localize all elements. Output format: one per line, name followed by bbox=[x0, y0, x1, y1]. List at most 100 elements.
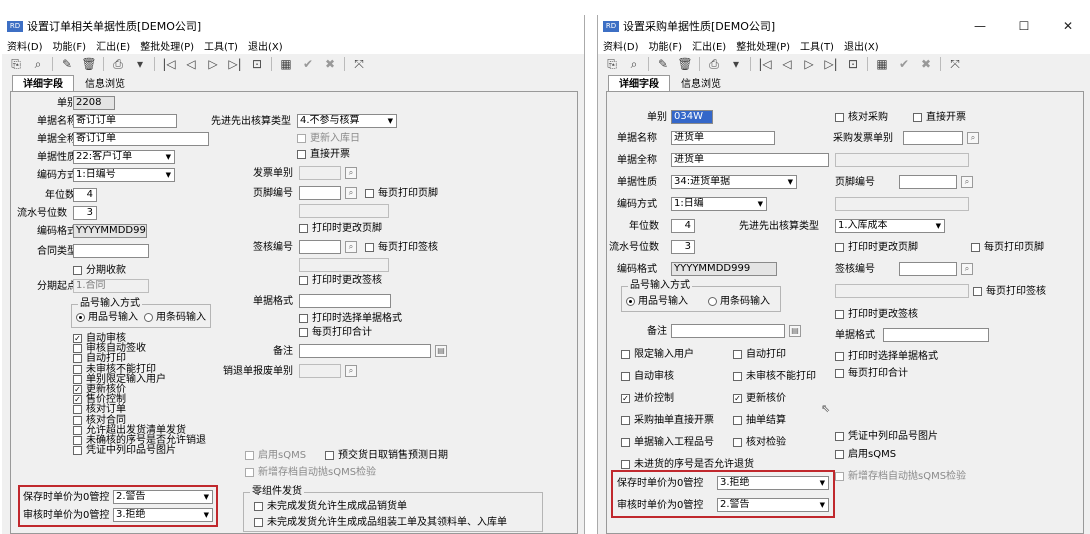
direct-open-checkbox[interactable]: 直接开票 bbox=[297, 148, 350, 161]
print-sign-checkbox[interactable]: 每页打印签核 bbox=[365, 241, 438, 254]
part-no-radio[interactable]: 用品号输入 bbox=[76, 311, 138, 324]
menu-exit[interactable]: 退出(X) bbox=[243, 38, 288, 53]
footer-field[interactable] bbox=[899, 175, 957, 189]
sqms-checkbox[interactable]: 启用sQMS bbox=[835, 448, 896, 461]
forecast-checkbox[interactable]: 预交货日取销售预测日期 bbox=[325, 449, 448, 462]
add-icon[interactable]: ⎘ bbox=[5, 55, 27, 73]
calculator-icon[interactable]: ▦ bbox=[275, 55, 297, 73]
option-checkbox[interactable]: 抽单结算 bbox=[733, 414, 786, 427]
footer-field[interactable] bbox=[299, 186, 341, 200]
format-field[interactable]: YYYYMMDD999 bbox=[73, 224, 147, 238]
menu-function[interactable]: 功能(F) bbox=[644, 38, 688, 53]
update-in-checkbox[interactable]: 更新入库日 bbox=[297, 132, 360, 145]
invoice-lookup-icon[interactable]: ⌕ bbox=[345, 167, 357, 179]
menu-data[interactable]: 资料(D) bbox=[598, 38, 644, 53]
danbie-field[interactable]: 2208 bbox=[73, 96, 115, 110]
menu-export[interactable]: 汇出(E) bbox=[91, 38, 135, 53]
check-purchase-checkbox[interactable]: 核对采购 bbox=[835, 111, 888, 124]
print-sign-checkbox[interactable]: 每页打印签核 bbox=[973, 285, 1046, 298]
sign-field[interactable] bbox=[299, 240, 341, 254]
print-icon[interactable]: ⎙ bbox=[107, 55, 129, 73]
tab-detail[interactable]: 详细字段 bbox=[12, 75, 74, 92]
sign-lookup-icon[interactable]: ⌕ bbox=[345, 241, 357, 253]
voucher-img-checkbox[interactable]: 凭证中列印品号图片 bbox=[835, 430, 938, 443]
last-record-icon[interactable]: ▷| bbox=[820, 55, 842, 73]
close-icon[interactable]: ✕ bbox=[1046, 15, 1090, 37]
barcode-radio[interactable]: 用条码输入 bbox=[708, 295, 770, 308]
menu-exit[interactable]: 退出(X) bbox=[839, 38, 884, 53]
menu-data[interactable]: 资料(D) bbox=[2, 38, 48, 53]
prev-record-icon[interactable]: ◁ bbox=[776, 55, 798, 73]
remark-lookup-icon[interactable]: ▤ bbox=[789, 325, 801, 337]
delete-icon[interactable]: 🗑 bbox=[78, 55, 100, 73]
option-checkbox[interactable]: ✓ 更新核价 bbox=[733, 392, 786, 405]
fullname-field[interactable]: 寄订订单 bbox=[73, 132, 209, 146]
option-checkbox[interactable]: ✓ 进价控制 bbox=[621, 392, 674, 405]
expand-icon[interactable]: ⤧ bbox=[944, 55, 966, 73]
add-icon[interactable]: ⎘ bbox=[601, 55, 623, 73]
edit-icon[interactable]: ✎ bbox=[652, 55, 674, 73]
footer-lookup-icon[interactable]: ⌕ bbox=[345, 187, 357, 199]
print-choose-fmt-checkbox[interactable]: 打印时选择单据格式 bbox=[835, 350, 938, 363]
menu-function[interactable]: 功能(F) bbox=[48, 38, 92, 53]
option-checkbox[interactable]: 自动打印 bbox=[733, 348, 786, 361]
component-ship-opt2[interactable]: 未完成发货允许生成成品组装工单及其领料单、入库单 bbox=[254, 516, 507, 529]
option-checkbox[interactable]: 凭证中列印品号图片 bbox=[73, 444, 176, 457]
print-total-checkbox[interactable]: 每页打印合计 bbox=[835, 367, 908, 380]
print-update-footer-checkbox[interactable]: 打印时更改页脚 bbox=[835, 241, 918, 254]
print-update-sign-checkbox[interactable]: 打印时更改签核 bbox=[299, 274, 382, 287]
cancel-icon[interactable]: ✖ bbox=[915, 55, 937, 73]
inv-lookup-icon[interactable]: ⌕ bbox=[967, 132, 979, 144]
nature-select[interactable]: 34:进货单据 ▼ bbox=[671, 175, 797, 189]
option-checkbox[interactable]: 限定输入用户 bbox=[621, 348, 694, 361]
sqms-checkbox[interactable]: 启用sQMS bbox=[245, 449, 306, 462]
calculator-icon[interactable]: ▦ bbox=[871, 55, 893, 73]
last-record-icon[interactable]: ▷| bbox=[224, 55, 246, 73]
installment-checkbox[interactable]: 分期收款 bbox=[73, 264, 126, 277]
sales-return-lookup-icon[interactable]: ⌕ bbox=[345, 365, 357, 377]
print-choose-fmt-checkbox[interactable]: 打印时选择单据格式 bbox=[299, 312, 402, 325]
next-record-icon[interactable]: ▷ bbox=[798, 55, 820, 73]
browse-icon[interactable]: ⊡ bbox=[842, 55, 864, 73]
name-field[interactable]: 进货单 bbox=[671, 131, 775, 145]
browse-icon[interactable]: ⊡ bbox=[246, 55, 268, 73]
menu-tools[interactable]: 工具(T) bbox=[795, 38, 839, 53]
remark-field[interactable] bbox=[671, 324, 785, 338]
first-record-icon[interactable]: |◁ bbox=[754, 55, 776, 73]
install-start-field[interactable]: 1.合同 bbox=[73, 279, 149, 293]
direct-open-checkbox[interactable]: 直接开票 bbox=[913, 111, 966, 124]
auto-sqms-checkbox[interactable]: 新增存档自动抛sQMS检验 bbox=[835, 470, 966, 483]
option-checkbox[interactable]: 单据输入工程品号 bbox=[621, 436, 714, 449]
year-field[interactable]: 4 bbox=[73, 188, 97, 202]
edit-icon[interactable]: ✎ bbox=[56, 55, 78, 73]
tab-browse[interactable]: 信息浏览 bbox=[670, 75, 732, 92]
delete-icon[interactable]: 🗑 bbox=[674, 55, 696, 73]
name-field[interactable]: 寄订订单 bbox=[73, 114, 177, 128]
sales-return-field[interactable] bbox=[299, 364, 341, 378]
print-footer-checkbox[interactable]: 每页打印页脚 bbox=[365, 187, 438, 200]
docfmt-field[interactable] bbox=[883, 328, 989, 342]
option-checkbox[interactable]: 未审核不能打印 bbox=[733, 370, 816, 383]
serial-field[interactable]: 3 bbox=[73, 206, 97, 220]
auto-sqms-checkbox[interactable]: 新增存档自动抛sQMS检验 bbox=[245, 466, 376, 479]
next-record-icon[interactable]: ▷ bbox=[202, 55, 224, 73]
option-checkbox[interactable]: 自动审核 bbox=[621, 370, 674, 383]
option-checkbox[interactable]: 采购抽单直接开票 bbox=[621, 414, 714, 427]
expand-icon[interactable]: ⤧ bbox=[348, 55, 370, 73]
confirm-icon[interactable]: ✔ bbox=[893, 55, 915, 73]
confirm-icon[interactable]: ✔ bbox=[297, 55, 319, 73]
footer-lookup-icon[interactable]: ⌕ bbox=[961, 176, 973, 188]
query-icon[interactable]: ⌕ bbox=[623, 55, 645, 73]
print-update-sign-checkbox[interactable]: 打印时更改签核 bbox=[835, 308, 918, 321]
encode-select[interactable]: 1:日编号 ▼ bbox=[73, 168, 175, 182]
print-update-footer-checkbox[interactable]: 打印时更改页脚 bbox=[299, 222, 382, 235]
format-field[interactable]: YYYYMMDD999 bbox=[671, 262, 777, 276]
invoice-field[interactable] bbox=[299, 166, 341, 180]
sign-lookup-icon[interactable]: ⌕ bbox=[961, 263, 973, 275]
nature-select[interactable]: 22:客户订单 ▼ bbox=[73, 150, 175, 164]
fullname-field[interactable]: 进货单 bbox=[671, 153, 829, 167]
remark-lookup-icon[interactable]: ▤ bbox=[435, 345, 447, 357]
menu-batch[interactable]: 整批处理(P) bbox=[135, 38, 199, 53]
part-no-radio[interactable]: 用品号输入 bbox=[626, 295, 688, 308]
serial-field[interactable]: 3 bbox=[671, 240, 695, 254]
